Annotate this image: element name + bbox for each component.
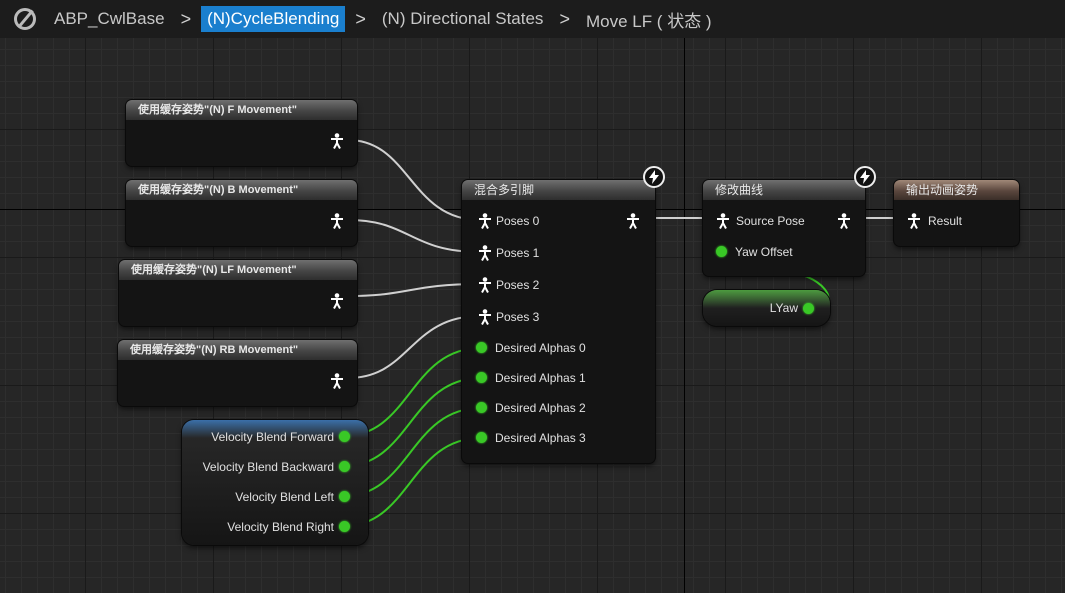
pose-pin-icon[interactable] [478, 277, 492, 293]
wire-lf-to-poses2 [347, 283, 481, 297]
pose-pin-icon[interactable] [330, 213, 344, 229]
float-pin-icon[interactable] [716, 246, 727, 257]
breadcrumb-bar: ABP_CwlBase > (N)CycleBlending > (N) Dir… [0, 0, 1065, 38]
breadcrumb-separator: > [355, 8, 366, 29]
poses-3-pin[interactable]: Poses 3 [496, 310, 539, 324]
pose-pin-icon[interactable] [478, 245, 492, 261]
breadcrumb-item-move-lf[interactable]: Move LF ( 状态 ) [580, 4, 718, 35]
poses-1-pin[interactable]: Poses 1 [496, 246, 539, 260]
desired-alphas-3-pin[interactable]: Desired Alphas 3 [495, 431, 586, 445]
wire-f-to-poses0 [347, 139, 481, 221]
velocity-blend-forward-pin[interactable]: Velocity Blend Forward [211, 430, 334, 444]
cached-pose-node-lf[interactable]: 使用缓存姿势"(N) LF Movement" [119, 260, 357, 326]
pose-pin-icon[interactable] [330, 133, 344, 149]
node-title: 混合多引脚 [462, 180, 655, 200]
pose-pin-icon[interactable] [626, 213, 640, 229]
desired-alphas-2-pin[interactable]: Desired Alphas 2 [495, 401, 586, 415]
breadcrumb-separator: > [559, 8, 570, 29]
result-pin[interactable]: Result [928, 214, 962, 228]
float-pin-icon[interactable] [339, 491, 350, 502]
float-pin-icon[interactable] [476, 402, 487, 413]
node-title: 使用缓存姿势"(N) B Movement" [126, 180, 357, 200]
velocity-blend-backward-pin[interactable]: Velocity Blend Backward [203, 460, 334, 474]
float-pin-icon[interactable] [476, 372, 487, 383]
lyaw-variable-node[interactable]: LYaw [703, 290, 830, 326]
lyaw-label: LYaw [769, 301, 798, 315]
cached-pose-node-rb[interactable]: 使用缓存姿势"(N) RB Movement" [118, 340, 357, 406]
node-title: 使用缓存姿势"(N) LF Movement" [119, 260, 357, 280]
float-pin-icon[interactable] [339, 521, 350, 532]
pose-pin-icon[interactable] [837, 213, 851, 229]
modify-curve-node[interactable]: 修改曲线 Source Pose Yaw Offset [703, 180, 865, 276]
poses-2-pin[interactable]: Poses 2 [496, 278, 539, 292]
fast-path-bolt-icon [854, 166, 876, 188]
node-title: 输出动画姿势 [894, 180, 1019, 200]
output-pose-node[interactable]: 输出动画姿势 Result [894, 180, 1019, 246]
float-pin-icon[interactable] [339, 461, 350, 472]
fast-path-bolt-icon [643, 166, 665, 188]
node-title: 使用缓存姿势"(N) RB Movement" [118, 340, 357, 360]
wire-b-to-poses1 [347, 219, 481, 253]
float-pin-icon[interactable] [476, 342, 487, 353]
unreal-logo-icon [14, 8, 36, 30]
breadcrumb-separator: > [180, 8, 192, 29]
poses-0-pin[interactable]: Poses 0 [496, 214, 539, 228]
pose-pin-icon[interactable] [907, 213, 921, 229]
pose-pin-icon[interactable] [330, 373, 344, 389]
yaw-offset-pin[interactable]: Yaw Offset [735, 245, 793, 259]
wire-rb-to-poses3 [347, 315, 481, 379]
float-pin-icon[interactable] [803, 303, 814, 314]
velocity-blend-left-pin[interactable]: Velocity Blend Left [235, 490, 334, 504]
float-pin-icon[interactable] [476, 432, 487, 443]
breadcrumb-item-directional-states[interactable]: (N) Directional States [376, 6, 550, 32]
breadcrumb-item-cycleblending[interactable]: (N)CycleBlending [201, 6, 346, 32]
desired-alphas-0-pin[interactable]: Desired Alphas 0 [495, 341, 586, 355]
blend-multi-node[interactable]: 混合多引脚 Poses 0 Poses 1 Poses 2 Poses 3 De… [462, 180, 655, 463]
breadcrumb-item-abp[interactable]: ABP_CwlBase [48, 6, 171, 32]
velocity-blend-right-pin[interactable]: Velocity Blend Right [227, 520, 334, 534]
pose-pin-icon[interactable] [330, 293, 344, 309]
node-title: 修改曲线 [703, 180, 865, 200]
cached-pose-node-f[interactable]: 使用缓存姿势"(N) F Movement" [126, 100, 357, 166]
velocity-blend-node[interactable]: Velocity Blend Forward Velocity Blend Ba… [182, 420, 368, 545]
node-title: 使用缓存姿势"(N) F Movement" [126, 100, 357, 120]
pose-pin-icon[interactable] [478, 213, 492, 229]
pose-pin-icon[interactable] [716, 213, 730, 229]
float-pin-icon[interactable] [339, 431, 350, 442]
cached-pose-node-b[interactable]: 使用缓存姿势"(N) B Movement" [126, 180, 357, 246]
source-pose-pin[interactable]: Source Pose [736, 214, 805, 228]
desired-alphas-1-pin[interactable]: Desired Alphas 1 [495, 371, 586, 385]
pose-pin-icon[interactable] [478, 309, 492, 325]
